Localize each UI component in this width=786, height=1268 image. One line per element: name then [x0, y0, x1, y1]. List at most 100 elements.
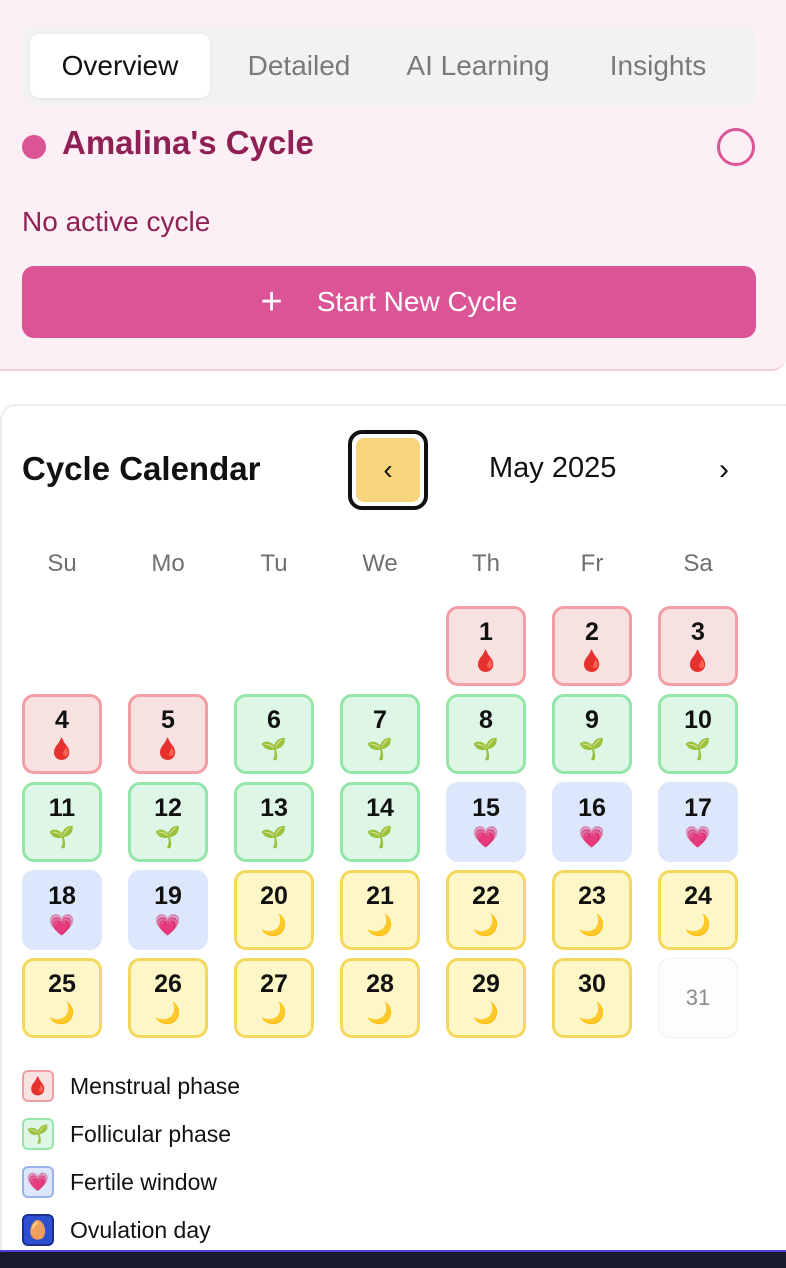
calendar-day[interactable]: 17 💗	[658, 782, 738, 862]
start-new-cycle-button[interactable]: + Start New Cycle	[22, 266, 756, 338]
day-number: 15	[472, 794, 500, 822]
calendar-day[interactable]: 5 🩸	[128, 694, 208, 774]
calendar-day[interactable]: 14 🌱	[340, 782, 420, 862]
legend-item-menstrual: 🩸 Menstrual phase	[22, 1070, 240, 1102]
tab-insights[interactable]: Insights	[590, 34, 726, 98]
day-number: 19	[154, 882, 182, 910]
cycle-progress-ring-icon[interactable]	[717, 128, 755, 166]
calendar-day[interactable]: 19 💗	[128, 870, 208, 950]
calendar-day[interactable]: 10 🌱	[658, 694, 738, 774]
follicular-phase-icon: 🌱	[684, 738, 712, 761]
luteal-phase-icon: 🌙	[578, 914, 606, 937]
calendar-day[interactable]: 29 🌙	[446, 958, 526, 1038]
cycle-status-dot	[22, 135, 46, 159]
calendar-day[interactable]: 16 💗	[552, 782, 632, 862]
tab-detailed[interactable]: Detailed	[222, 34, 376, 98]
day-number: 23	[578, 882, 606, 910]
calendar-day[interactable]: 9 🌱	[552, 694, 632, 774]
legend-label: Ovulation day	[70, 1216, 211, 1243]
calendar-day[interactable]: 18 💗	[22, 870, 102, 950]
tab-ai-learning[interactable]: AI Learning	[388, 34, 568, 98]
day-number: 7	[373, 706, 387, 734]
calendar-day[interactable]: 27 🌙	[234, 958, 314, 1038]
weekday-label: Th	[471, 550, 500, 577]
calendar-day[interactable]: 31	[658, 958, 738, 1038]
weekday-label: Su	[47, 550, 77, 577]
day-number: 28	[366, 970, 394, 998]
day-number: 6	[267, 706, 281, 734]
calendar-title: Cycle Calendar	[22, 450, 261, 487]
calendar-day[interactable]: 21 🌙	[340, 870, 420, 950]
day-number: 16	[578, 794, 606, 822]
fertile-phase-icon: 💗	[48, 914, 76, 937]
calendar-day[interactable]: 20 🌙	[234, 870, 314, 950]
calendar-day[interactable]: 7 🌱	[340, 694, 420, 774]
weekday-label: Fr	[580, 550, 604, 577]
day-number: 13	[260, 794, 288, 822]
luteal-phase-icon: 🌙	[578, 1002, 606, 1025]
calendar-day[interactable]: 15 💗	[446, 782, 526, 862]
cycle-status-text: No active cycle	[22, 206, 211, 237]
menstrual-phase-icon: 🩸	[154, 738, 182, 761]
calendar-day[interactable]: 1 🩸	[446, 606, 526, 686]
fertile-legend-icon: 💗	[22, 1166, 54, 1198]
legend-item-ovulation: 🥚 Ovulation day	[22, 1214, 211, 1246]
calendar-day[interactable]: 6 🌱	[234, 694, 314, 774]
day-number: 21	[366, 882, 394, 910]
prev-month-button[interactable]: ‹	[348, 430, 428, 510]
day-number: 3	[691, 618, 705, 646]
calendar-day[interactable]: 30 🌙	[552, 958, 632, 1038]
luteal-phase-icon: 🌙	[472, 1002, 500, 1025]
calendar-day[interactable]: 13 🌱	[234, 782, 314, 862]
plus-icon: +	[260, 281, 283, 323]
day-number: 17	[684, 794, 712, 822]
follicular-phase-icon: 🌱	[154, 826, 182, 849]
weekday-label: Sa	[683, 550, 713, 577]
follicular-phase-icon: 🌱	[578, 738, 606, 761]
calendar-day[interactable]: 22 🌙	[446, 870, 526, 950]
legend-item-follicular: 🌱 Follicular phase	[22, 1118, 231, 1150]
chevron-right-icon: ›	[719, 453, 729, 486]
tab-overview[interactable]: Overview	[30, 34, 210, 98]
calendar-day[interactable]: 8 🌱	[446, 694, 526, 774]
day-number: 25	[48, 970, 76, 998]
fertile-phase-icon: 💗	[472, 826, 500, 849]
day-number: 27	[260, 970, 288, 998]
day-number: 26	[154, 970, 182, 998]
follicular-phase-icon: 🌱	[366, 738, 394, 761]
calendar-day[interactable]: 23 🌙	[552, 870, 632, 950]
follicular-phase-icon: 🌱	[366, 826, 394, 849]
weekday-label: Tu	[260, 550, 288, 577]
legend-label: Fertile window	[70, 1168, 217, 1195]
calendar-day[interactable]: 24 🌙	[658, 870, 738, 950]
luteal-phase-icon: 🌙	[366, 1002, 394, 1025]
day-number: 1	[479, 618, 493, 646]
chevron-left-icon: ‹	[356, 438, 420, 502]
day-number: 22	[472, 882, 500, 910]
day-number: 31	[685, 985, 711, 1010]
fertile-phase-icon: 💗	[154, 914, 182, 937]
follicular-phase-icon: 🌱	[472, 738, 500, 761]
day-number: 5	[161, 706, 175, 734]
day-number: 11	[48, 794, 76, 822]
calendar-day[interactable]: 11 🌱	[22, 782, 102, 862]
cycle-title: Amalina's Cycle	[62, 124, 314, 161]
luteal-phase-icon: 🌙	[48, 1002, 76, 1025]
current-month: May 2025	[489, 452, 617, 484]
follicular-phase-icon: 🌱	[260, 826, 288, 849]
luteal-phase-icon: 🌙	[366, 914, 394, 937]
day-number: 10	[684, 706, 712, 734]
calendar-day[interactable]: 28 🌙	[340, 958, 420, 1038]
calendar-day[interactable]: 25 🌙	[22, 958, 102, 1038]
weekday-label: Mo	[151, 550, 185, 577]
next-month-button[interactable]: ›	[704, 450, 744, 490]
calendar-day[interactable]: 2 🩸	[552, 606, 632, 686]
calendar-day[interactable]: 26 🌙	[128, 958, 208, 1038]
day-number: 9	[585, 706, 599, 734]
calendar-day[interactable]: 4 🩸	[22, 694, 102, 774]
calendar-day[interactable]: 12 🌱	[128, 782, 208, 862]
weekday-label: We	[362, 550, 398, 577]
calendar-day[interactable]: 3 🩸	[658, 606, 738, 686]
menstrual-phase-icon: 🩸	[472, 650, 500, 673]
day-number: 12	[154, 794, 182, 822]
